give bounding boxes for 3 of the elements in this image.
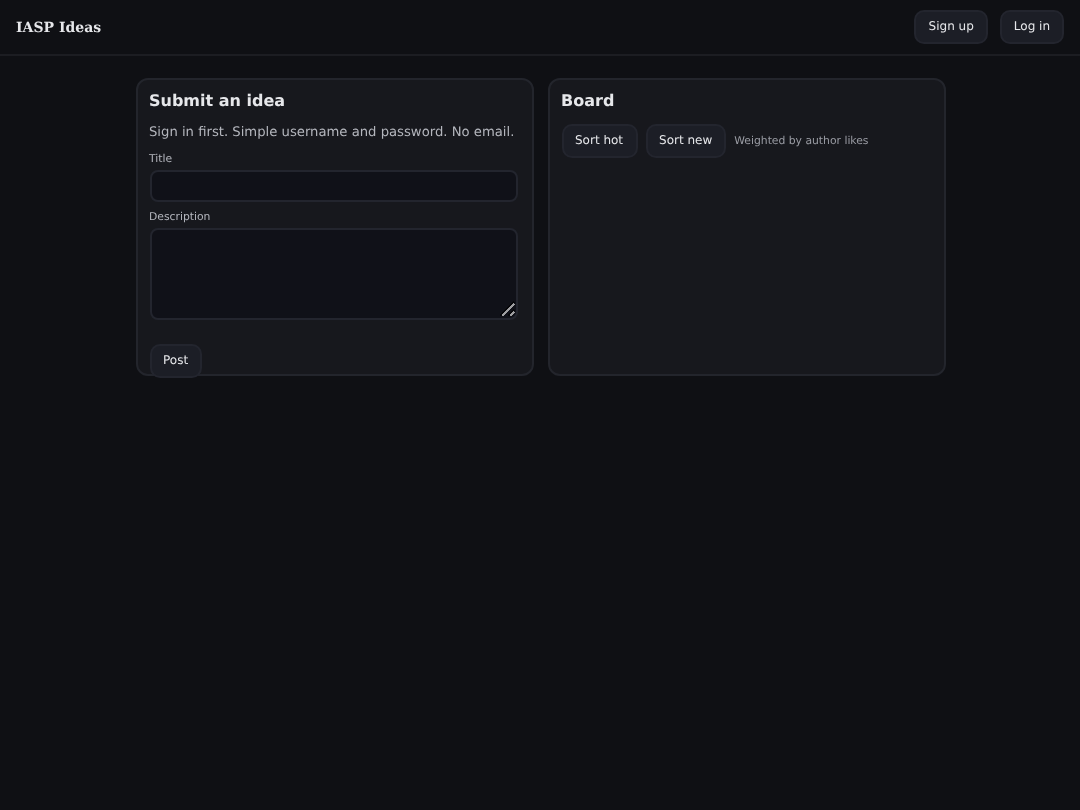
card-heading: Submit an idea	[149, 92, 288, 110]
description-field[interactable]	[149, 228, 517, 320]
card-heading: Board	[561, 92, 617, 110]
